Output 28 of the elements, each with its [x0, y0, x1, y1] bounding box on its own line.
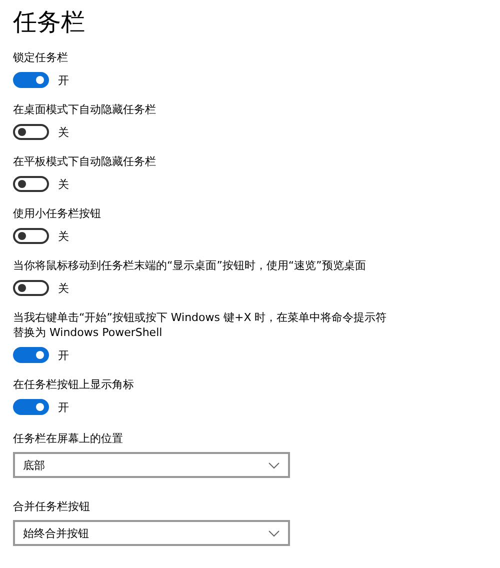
- toggle-state: 关: [58, 176, 69, 192]
- dropdown[interactable]: 始终合并按钮: [13, 520, 290, 546]
- setting-label: 在任务栏按钮上显示角标: [13, 377, 135, 392]
- setting-label: 合并任务栏按钮: [13, 499, 91, 514]
- toggle-state: 关: [58, 228, 69, 244]
- toggle-switch[interactable]: [13, 176, 49, 192]
- setting-label: 任务栏在屏幕上的位置: [13, 431, 124, 446]
- toggle-switch[interactable]: [13, 228, 49, 244]
- toggle-state: 关: [58, 124, 69, 140]
- toggle-state: 开: [58, 348, 69, 362]
- chevron-down-icon: [268, 530, 280, 536]
- toggle-state: 关: [58, 280, 69, 296]
- toggle-switch[interactable]: [13, 124, 49, 140]
- setting-label: 当你将鼠标移动到任务栏末端的“显示桌面”按钮时，使用“速览”预览桌面: [13, 258, 367, 273]
- toggle-state: 开: [58, 400, 69, 414]
- setting-label: 使用小任务栏按钮: [13, 206, 102, 221]
- chevron-down-icon: [268, 462, 280, 468]
- setting-label: 当我右键单击“开始”按钮或按下 Windows 键+X 时，在菜单中将命令提示符替换为 Windows PowerShell: [13, 310, 388, 340]
- page-title: 任务栏: [13, 7, 86, 38]
- toggle-switch[interactable]: [13, 72, 49, 88]
- setting-label: 在桌面模式下自动隐藏任务栏: [13, 102, 157, 117]
- toggle-state: 开: [58, 72, 69, 88]
- setting-label: 在平板模式下自动隐藏任务栏: [13, 154, 157, 169]
- setting-label: 锁定任务栏: [13, 50, 69, 65]
- dropdown[interactable]: 底部: [13, 452, 290, 478]
- toggle-switch[interactable]: [13, 399, 49, 415]
- toggle-switch[interactable]: [13, 347, 49, 363]
- toggle-switch[interactable]: [13, 280, 49, 296]
